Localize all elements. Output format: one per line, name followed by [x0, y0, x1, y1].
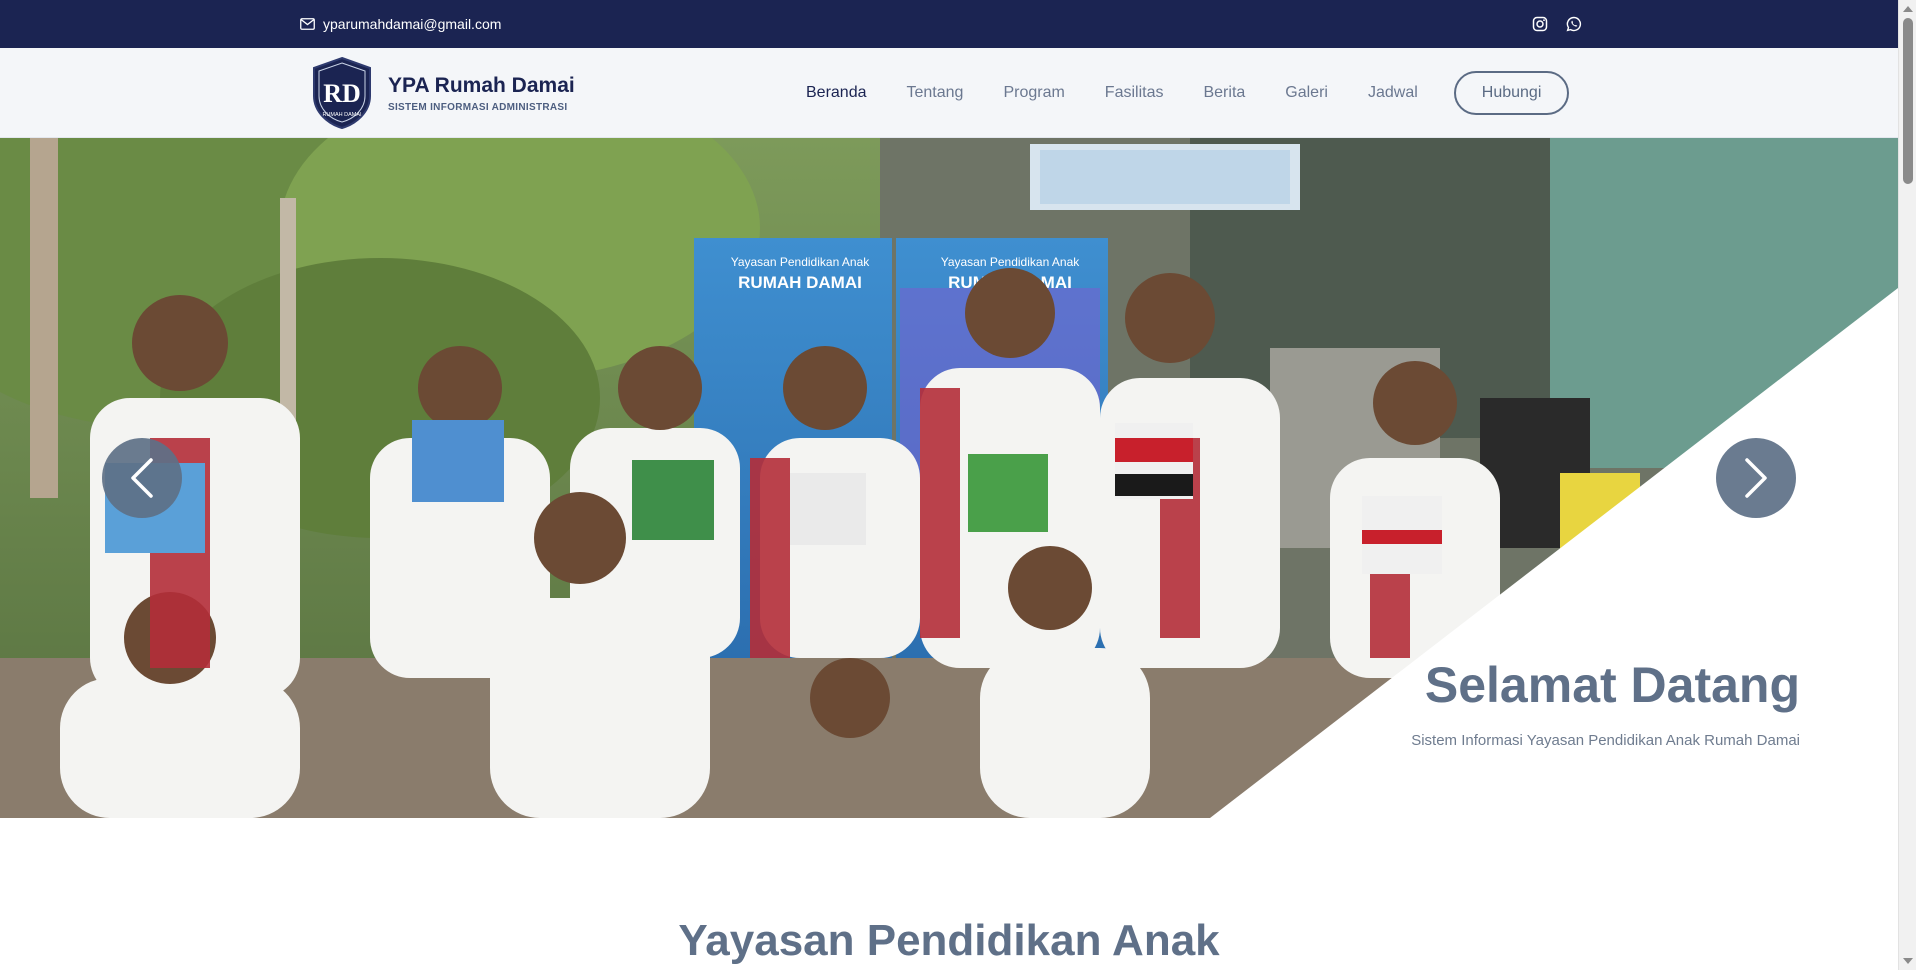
brand[interactable]: RD RUMAH DAMAI YPA Rumah Damai SISTEM IN… — [310, 56, 575, 130]
social-links — [1532, 0, 1582, 48]
scroll-down-arrow-icon[interactable] — [1903, 958, 1913, 964]
hero-carousel: RUMAH DAMAI RUMAH DAMAI Yayasan Pendidik… — [0, 138, 1898, 818]
main-nav: Beranda Tentang Program Fasilitas Berita… — [786, 48, 1570, 138]
section-title: Yayasan Pendidikan Anak — [678, 916, 1220, 965]
site-header: RD RUMAH DAMAI YPA Rumah Damai SISTEM IN… — [0, 48, 1898, 138]
nav-item-tentang[interactable]: Tentang — [907, 84, 964, 102]
brand-text: YPA Rumah Damai SISTEM INFORMASI ADMINIS… — [388, 74, 575, 113]
nav-item-beranda[interactable]: Beranda — [806, 84, 867, 102]
contact-email-text[interactable]: yparumahdamai@gmail.com — [323, 16, 501, 32]
scrollbar-thumb[interactable] — [1903, 18, 1913, 184]
instagram-icon[interactable] — [1532, 16, 1548, 32]
nav-item-berita[interactable]: Berita — [1203, 84, 1245, 102]
whatsapp-icon[interactable] — [1566, 16, 1582, 32]
chevron-right-icon — [1745, 458, 1767, 498]
carousel-prev-button[interactable] — [102, 438, 182, 518]
nav-item-galeri[interactable]: Galeri — [1285, 84, 1328, 102]
hero-title: Selamat Datang — [1424, 657, 1800, 713]
rumah-damai-logo: RD RUMAH DAMAI — [313, 56, 371, 130]
brand-name[interactable]: YPA Rumah Damai — [388, 74, 575, 98]
nav-item-program[interactable]: Program — [1003, 84, 1064, 102]
contact-email[interactable]: yparumahdamai@gmail.com — [300, 0, 501, 48]
chevron-left-icon — [131, 458, 153, 498]
contact-button[interactable]: Hubungi — [1453, 71, 1570, 115]
carousel-next-button[interactable] — [1716, 438, 1796, 518]
nav-item-fasilitas[interactable]: Fasilitas — [1105, 84, 1164, 102]
hero-subtitle: Sistem Informasi Yayasan Pendidikan Anak… — [1411, 732, 1800, 749]
scroll-up-arrow-icon[interactable] — [1903, 6, 1913, 12]
hero-diagonal-overlay — [1210, 288, 1898, 818]
nav-item-jadwal[interactable]: Jadwal — [1368, 84, 1418, 102]
logo-initials: RD — [323, 79, 361, 108]
logo-text: RUMAH DAMAI — [322, 112, 362, 118]
brand-tagline: SISTEM INFORMASI ADMINISTRASI — [388, 101, 568, 113]
page-scrollbar[interactable] — [1898, 0, 1916, 970]
mail-icon — [300, 18, 315, 30]
top-bar: yparumahdamai@gmail.com — [0, 0, 1898, 48]
